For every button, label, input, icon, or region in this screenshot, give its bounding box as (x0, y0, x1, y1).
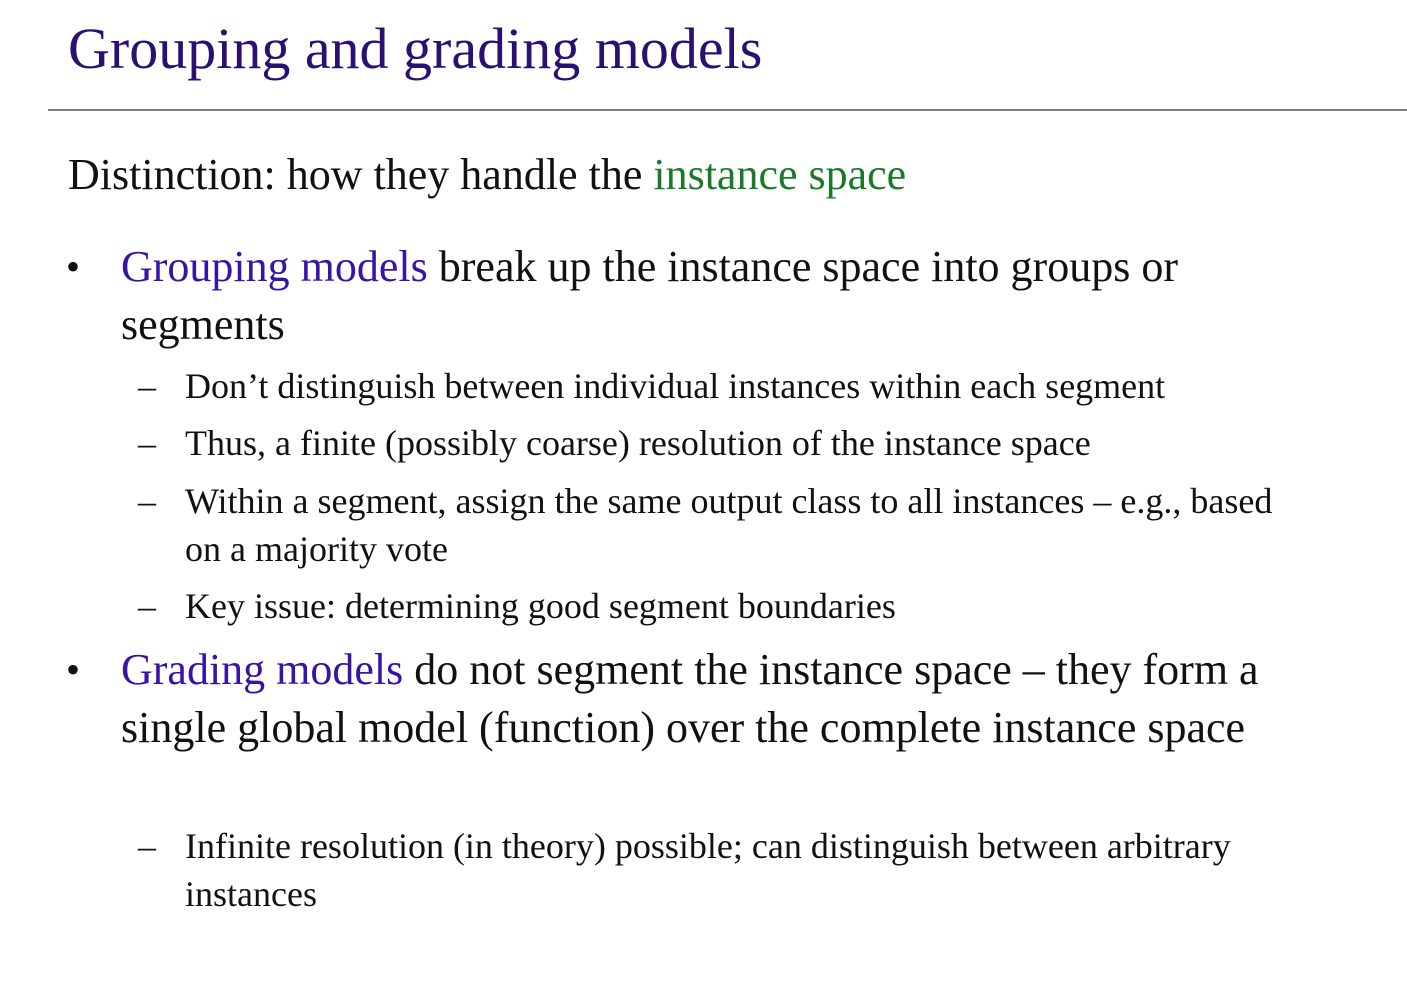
bullet-marker: • (66, 244, 81, 289)
subitem-text: Thus, a finite (possibly coarse) resolut… (185, 423, 1091, 463)
subitem-text: Infinite resolution (in theory) possible… (185, 826, 1231, 914)
bullet-term: Grouping models (121, 242, 428, 291)
subitem-marker: – (138, 826, 156, 866)
bullet-marker: • (66, 647, 81, 692)
subitem-text: Within a segment, assign the same output… (185, 481, 1273, 569)
subitem-text: Don’t distinguish between individual ins… (185, 366, 1166, 406)
bullet-text: Grouping models break up the instance sp… (121, 238, 1351, 354)
subitem-marker: – (138, 423, 156, 463)
intro-highlight: instance space (653, 150, 907, 199)
bullet-term: Grading models (121, 645, 404, 694)
subitem-marker: – (138, 481, 156, 521)
subitem-marker: – (138, 366, 156, 406)
intro-prefix: Distinction: how they handle the (68, 150, 654, 199)
slide-title: Grouping and grading models (68, 16, 763, 81)
bullet-text: Grading models do not segment the instan… (121, 641, 1351, 757)
intro-line: Distinction: how they handle the instanc… (68, 148, 906, 202)
slide: Grouping and grading models Distinction:… (0, 0, 1407, 995)
title-divider (48, 109, 1407, 111)
subitem-marker: – (138, 586, 156, 626)
subitem-text: Key issue: determining good segment boun… (185, 586, 896, 626)
